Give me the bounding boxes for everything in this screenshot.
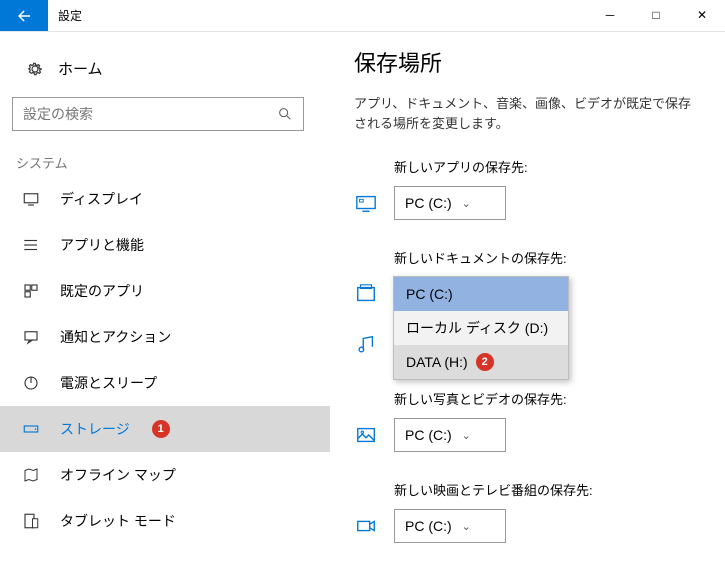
- sidebar-item-power[interactable]: 電源とスリープ: [0, 360, 330, 406]
- setting-apps: 新しいアプリの保存先: PC (C:) ⌄: [354, 157, 695, 220]
- search-placeholder: 設定の検索: [23, 104, 277, 124]
- home-label: ホーム: [58, 58, 103, 79]
- dropdown-option[interactable]: PC (C:): [394, 277, 568, 311]
- annotation-badge-1: 1: [152, 420, 170, 438]
- dropdown-value: PC (C:): [405, 195, 452, 211]
- sidebar-item-default-apps[interactable]: 既定のアプリ: [0, 268, 330, 314]
- storage-icon: [22, 420, 42, 438]
- apps-type-icon: [354, 192, 378, 214]
- home-link[interactable]: ホーム: [0, 52, 330, 97]
- dropdown-option[interactable]: DATA (H:) 2: [394, 345, 568, 379]
- notification-icon: [22, 328, 42, 346]
- minimize-button[interactable]: ─: [587, 0, 633, 31]
- setting-movies: 新しい映画とテレビ番組の保存先: PC (C:) ⌄: [354, 480, 695, 543]
- music-type-icon: [354, 333, 378, 355]
- sidebar-item-display[interactable]: ディスプレイ: [0, 176, 330, 222]
- sidebar-item-label: ディスプレイ: [60, 189, 143, 209]
- sidebar-item-tablet-mode[interactable]: タブレット モード: [0, 498, 330, 544]
- display-icon: [22, 190, 42, 208]
- map-icon: [22, 466, 42, 484]
- sidebar-item-label: 通知とアクション: [60, 327, 171, 347]
- title-bar: 設定 ─ □ ✕: [0, 0, 725, 32]
- default-apps-icon: [22, 282, 42, 300]
- sidebar-item-label: タブレット モード: [60, 511, 176, 531]
- close-button[interactable]: ✕: [679, 0, 725, 31]
- dropdown-value: PC (C:): [405, 518, 452, 534]
- sidebar-item-offline-maps[interactable]: オフライン マップ: [0, 452, 330, 498]
- page-description: アプリ、ドキュメント、音楽、画像、ビデオが既定で保存される場所を変更します。: [354, 94, 695, 133]
- setting-label: 新しい写真とビデオの保存先:: [354, 389, 695, 408]
- sidebar-item-notifications[interactable]: 通知とアクション: [0, 314, 330, 360]
- sidebar: ホーム 設定の検索 システム ディスプレイ アプリと機能 既定のアプリ 通知とア…: [0, 32, 330, 580]
- main-panel: 保存場所 アプリ、ドキュメント、音楽、画像、ビデオが既定で保存される場所を変更し…: [330, 32, 725, 580]
- annotation-badge-2: 2: [476, 353, 494, 371]
- back-arrow-icon: [15, 7, 33, 25]
- setting-label: 新しいアプリの保存先:: [354, 157, 695, 176]
- search-icon: [277, 106, 293, 122]
- chevron-down-icon: ⌄: [462, 520, 471, 533]
- power-icon: [22, 374, 42, 392]
- documents-dropdown-list: PC (C:) ローカル ディスク (D:) DATA (H:) 2: [393, 276, 569, 380]
- setting-label: 新しい映画とテレビ番組の保存先:: [354, 480, 695, 499]
- sidebar-item-apps[interactable]: アプリと機能: [0, 222, 330, 268]
- search-input[interactable]: 設定の検索: [12, 97, 304, 131]
- movies-dropdown[interactable]: PC (C:) ⌄: [394, 509, 506, 543]
- section-label: システム: [0, 153, 330, 176]
- video-type-icon: [354, 515, 378, 537]
- photos-dropdown[interactable]: PC (C:) ⌄: [394, 418, 506, 452]
- sidebar-item-label: 電源とスリープ: [60, 373, 157, 393]
- window-title: 設定: [48, 0, 587, 31]
- maximize-button[interactable]: □: [633, 0, 679, 31]
- photos-type-icon: [354, 424, 378, 446]
- page-title: 保存場所: [354, 46, 695, 78]
- sidebar-item-label: ストレージ: [60, 419, 130, 439]
- dropdown-option[interactable]: ローカル ディスク (D:): [394, 311, 568, 345]
- gear-icon: [26, 60, 44, 78]
- documents-type-icon: [354, 283, 378, 305]
- sidebar-item-storage[interactable]: ストレージ 1: [0, 406, 330, 452]
- sidebar-item-label: 既定のアプリ: [60, 281, 144, 301]
- apps-dropdown[interactable]: PC (C:) ⌄: [394, 186, 506, 220]
- apps-icon: [22, 236, 42, 254]
- chevron-down-icon: ⌄: [462, 429, 471, 442]
- chevron-down-icon: ⌄: [462, 197, 471, 210]
- setting-label: 新しいドキュメントの保存先:: [354, 248, 695, 267]
- dropdown-value: PC (C:): [405, 427, 452, 443]
- dropdown-option-label: DATA (H:): [406, 354, 468, 370]
- tablet-icon: [22, 512, 42, 530]
- sidebar-item-label: オフライン マップ: [60, 465, 176, 485]
- sidebar-item-label: アプリと機能: [60, 235, 144, 255]
- setting-photos: 新しい写真とビデオの保存先: PC (C:) ⌄: [354, 389, 695, 452]
- back-button[interactable]: [0, 0, 48, 31]
